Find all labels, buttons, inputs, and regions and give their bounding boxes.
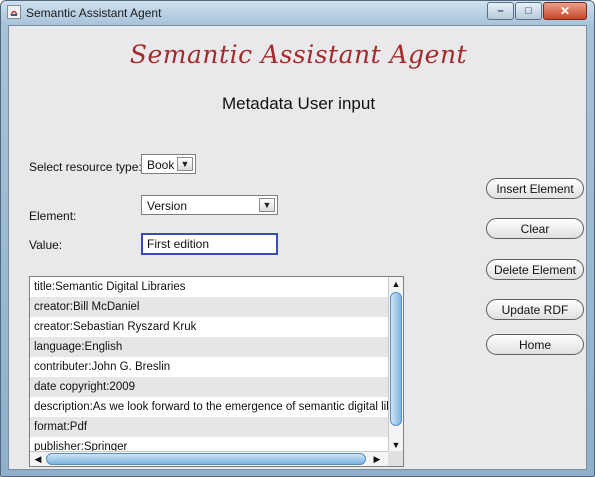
clear-button[interactable]: Clear — [486, 218, 584, 239]
list-item[interactable]: language:English — [30, 337, 388, 357]
resource-type-select[interactable]: Book ▼ — [141, 154, 196, 174]
home-button[interactable]: Home — [486, 334, 584, 355]
horizontal-scroll-thumb[interactable] — [46, 453, 366, 465]
app-window: Semantic Assistant Agent – □ ✕ Semantic … — [0, 0, 595, 477]
title-bar[interactable]: Semantic Assistant Agent – □ ✕ — [1, 1, 594, 25]
horizontal-scrollbar[interactable]: ◀ ▶ — [30, 451, 403, 466]
maximize-button[interactable]: □ — [515, 2, 542, 20]
vertical-scroll-thumb[interactable] — [390, 292, 402, 426]
java-app-icon — [7, 5, 21, 19]
scroll-down-icon[interactable]: ▼ — [389, 438, 403, 452]
chevron-down-icon[interactable]: ▼ — [259, 198, 275, 212]
metadata-list[interactable]: title:Semantic Digital Libraries creator… — [29, 276, 404, 467]
window-controls: – □ ✕ — [486, 2, 587, 20]
app-heading: Semantic Assistant Agent — [129, 40, 468, 69]
scroll-up-icon[interactable]: ▲ — [389, 277, 403, 291]
update-rdf-button[interactable]: Update RDF — [486, 299, 584, 320]
minimize-button[interactable]: – — [487, 2, 514, 20]
scrollbar-corner — [388, 451, 403, 466]
element-value: Version — [147, 199, 188, 213]
close-button[interactable]: ✕ — [543, 2, 587, 20]
resource-type-label: Select resource type: — [29, 160, 142, 174]
list-item[interactable]: description:As we look forward to the em… — [30, 397, 388, 417]
maximize-icon: □ — [525, 5, 532, 17]
minimize-icon: – — [497, 5, 504, 17]
main-panel: Semantic Assistant Agent Metadata User i… — [8, 25, 587, 470]
list-item[interactable]: creator:Bill McDaniel — [30, 297, 388, 317]
vertical-scrollbar[interactable]: ▲ ▼ — [388, 277, 403, 453]
list-item[interactable]: format:Pdf — [30, 417, 388, 437]
value-label: Value: — [29, 238, 63, 252]
list-item[interactable]: title:Semantic Digital Libraries — [30, 277, 388, 297]
page-subtitle: Metadata User input — [221, 94, 376, 113]
value-input[interactable]: First edition — [141, 233, 278, 255]
resource-type-value: Book — [147, 158, 175, 172]
delete-element-button[interactable]: Delete Element — [486, 259, 584, 280]
element-label: Element: — [29, 209, 77, 223]
chevron-down-icon[interactable]: ▼ — [177, 157, 193, 171]
close-icon: ✕ — [559, 4, 571, 18]
list-item[interactable]: contributer:John G. Breslin — [30, 357, 388, 377]
list-item[interactable]: creator:Sebastian Ryszard Kruk — [30, 317, 388, 337]
insert-element-button[interactable]: Insert Element — [486, 178, 584, 199]
scroll-right-icon[interactable]: ▶ — [370, 452, 384, 466]
element-select[interactable]: Version ▼ — [141, 195, 278, 215]
list-item[interactable]: date copyright:2009 — [30, 377, 388, 397]
window-title: Semantic Assistant Agent — [26, 6, 162, 20]
scroll-left-icon[interactable]: ◀ — [31, 452, 45, 466]
